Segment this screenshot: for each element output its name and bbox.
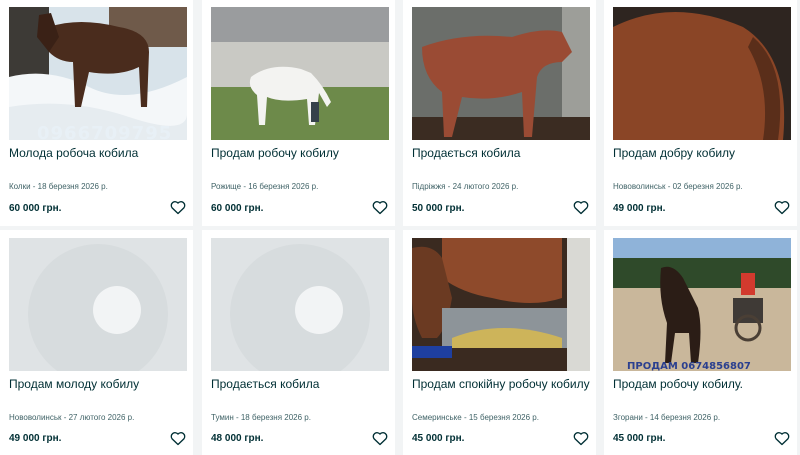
heart-outline-icon[interactable]: [573, 200, 589, 215]
listing-title[interactable]: Продам молоду кобилу: [9, 377, 187, 391]
listing-price: 45 000 грн.: [412, 433, 465, 444]
listing-title[interactable]: Продам добру кобилу: [613, 146, 791, 160]
listing-price: 50 000 грн.: [412, 203, 465, 214]
heart-outline-icon[interactable]: [573, 431, 589, 446]
listing-location-date: Нововолинськ - 27 лютого 2026 р.: [9, 413, 135, 422]
listing-title[interactable]: Продам спокійну робочу кобилу: [412, 377, 590, 391]
heart-outline-icon[interactable]: [170, 200, 186, 215]
horse-closeup-image: [613, 7, 791, 140]
listing-photo-placeholder[interactable]: [9, 238, 187, 371]
listing-location-date: Колки - 18 березня 2026 р.: [9, 182, 108, 191]
bay-horse-in-barn-image: [412, 7, 590, 140]
white-horse-image: [211, 7, 389, 140]
heart-outline-icon[interactable]: [774, 431, 790, 446]
listing-location-date: Згорани - 14 березня 2026 р.: [613, 413, 721, 422]
listing-price: 49 000 грн.: [9, 433, 62, 444]
listing-photo-placeholder[interactable]: [211, 238, 389, 371]
horse-eating-hay-image: [412, 238, 590, 371]
listing-title[interactable]: Продам робочу кобилу.: [613, 377, 791, 391]
listing-card[interactable]: Продам спокійну робочу кобилу Семеринськ…: [403, 230, 596, 455]
listing-photo[interactable]: [412, 7, 590, 140]
listing-price: 60 000 грн.: [211, 203, 264, 214]
heart-outline-icon[interactable]: [170, 431, 186, 446]
heart-outline-icon[interactable]: [774, 200, 790, 215]
listing-price: 45 000 грн.: [613, 433, 666, 444]
horse-in-snow-image: [9, 7, 187, 140]
listing-photo[interactable]: 0966709795: [9, 7, 187, 140]
listing-card[interactable]: Продам молоду кобилу Нововолинськ - 27 л…: [0, 230, 193, 455]
listing-location-date: Нововолинськ - 02 березня 2026 р.: [613, 182, 743, 191]
listing-location-date: Рожище - 16 березня 2026 р.: [211, 182, 319, 191]
phone-overlay-text: ПРОДАМ 0674856807: [627, 361, 751, 371]
listing-price: 49 000 грн.: [613, 203, 666, 214]
heart-outline-icon[interactable]: [372, 200, 388, 215]
phone-overlay-text: 0966709795: [37, 123, 173, 140]
listing-card[interactable]: Продам добру кобилу Нововолинськ - 02 бе…: [604, 0, 797, 226]
listing-card[interactable]: 0966709795 Молода робоча кобила Колки - …: [0, 0, 193, 226]
image-placeholder-icon: [28, 244, 168, 371]
listing-location-date: Підріжжя - 24 лютого 2026 р.: [412, 182, 519, 191]
horse-with-cart-image: [613, 238, 791, 371]
listing-location-date: Семеринське - 15 березня 2026 р.: [412, 413, 539, 422]
listing-title[interactable]: Молода робоча кобила: [9, 146, 187, 160]
listing-title[interactable]: Продам робочу кобилу: [211, 146, 389, 160]
listing-location-date: Тумин - 18 березня 2026 р.: [211, 413, 311, 422]
listing-photo[interactable]: [211, 7, 389, 140]
listing-card[interactable]: Продам робочу кобилу Рожище - 16 березня…: [202, 0, 395, 226]
heart-outline-icon[interactable]: [372, 431, 388, 446]
listing-card[interactable]: Продається кобила Тумин - 18 березня 202…: [202, 230, 395, 455]
listing-title[interactable]: Продається кобила: [211, 377, 389, 391]
listing-card[interactable]: ПРОДАМ 0674856807 Продам робочу кобилу. …: [604, 230, 797, 455]
listing-card[interactable]: Продається кобила Підріжжя - 24 лютого 2…: [403, 0, 596, 226]
listing-price: 48 000 грн.: [211, 433, 264, 444]
listing-photo[interactable]: [613, 7, 791, 140]
listing-price: 60 000 грн.: [9, 203, 62, 214]
listings-grid: 0966709795 Молода робоча кобила Колки - …: [0, 0, 800, 455]
listing-title[interactable]: Продається кобила: [412, 146, 590, 160]
listing-photo[interactable]: [412, 238, 590, 371]
listing-photo[interactable]: ПРОДАМ 0674856807: [613, 238, 791, 371]
image-placeholder-icon: [230, 244, 370, 371]
